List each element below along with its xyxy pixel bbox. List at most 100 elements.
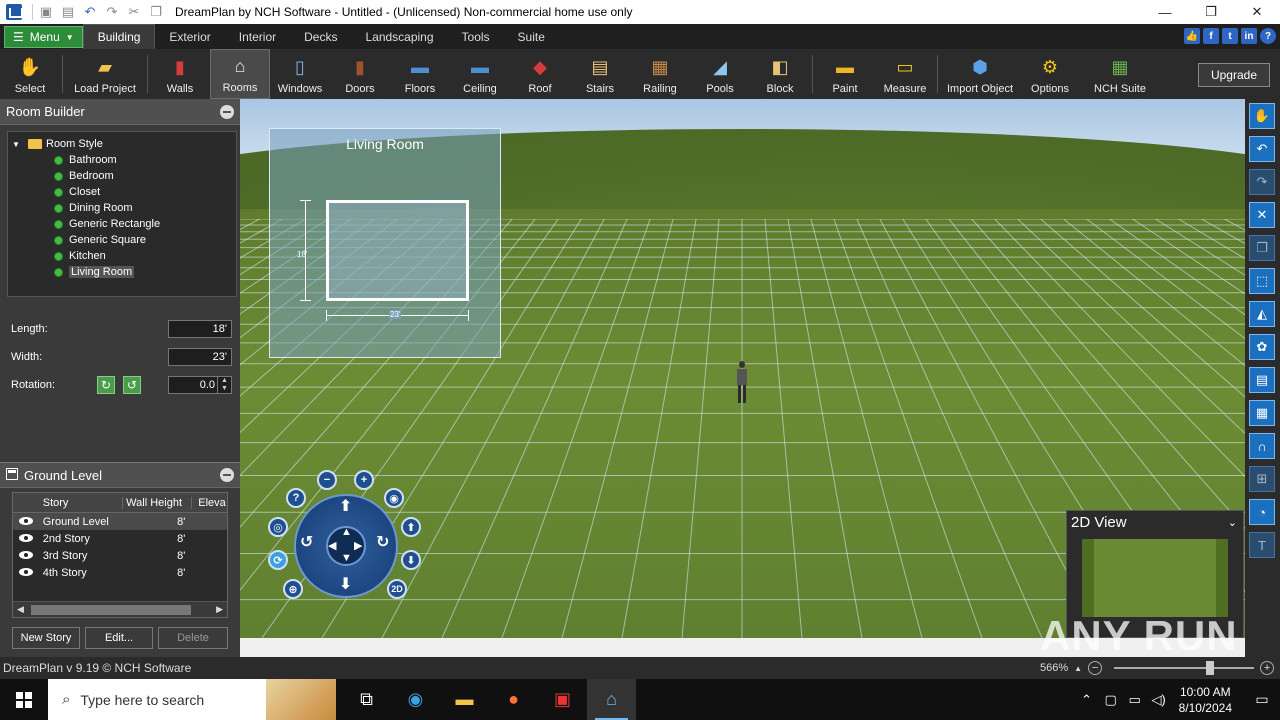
rotate-right-icon[interactable]: ↻ [376, 532, 389, 552]
task-view-icon[interactable]: ⧉ [342, 679, 391, 720]
tool-ceiling[interactable]: ▬ Ceiling [450, 49, 510, 99]
tool-railing[interactable]: ▦ Railing [630, 49, 690, 99]
column-wall-height[interactable]: Wall Height [121, 496, 191, 509]
stepper-arrows-icon[interactable]: ▲ ▼ [217, 377, 231, 393]
room-style-item[interactable]: Generic Square [8, 232, 236, 248]
undo-icon[interactable]: ↶ [1249, 136, 1275, 162]
move-right-icon[interactable]: ▶ [354, 539, 362, 552]
upgrade-button[interactable]: Upgrade [1197, 63, 1270, 87]
zoom-in-button[interactable]: + [354, 470, 374, 490]
visibility-eye-icon[interactable] [18, 567, 33, 576]
column-elevation[interactable]: Eleva [191, 496, 227, 509]
target-icon[interactable]: ⊕ [283, 579, 303, 599]
tool-block[interactable]: ◧ Block [750, 49, 810, 99]
minimize-button[interactable]: — [1142, 0, 1188, 24]
close-button[interactable]: ✕ [1234, 0, 1280, 24]
new-story-button[interactable]: New Story [12, 627, 80, 649]
nch-app-icon[interactable]: ▣ [538, 679, 587, 720]
tab-decks[interactable]: Decks [290, 24, 351, 49]
grid-icon[interactable]: ▦ [1249, 400, 1275, 426]
table-row[interactable]: 2nd Story 8' [13, 530, 227, 547]
pan-hand-icon[interactable]: ✋ [1249, 103, 1275, 129]
lower-icon[interactable]: ⬇ [401, 550, 421, 570]
table-row[interactable]: Ground Level 8' [13, 513, 227, 530]
tree-root[interactable]: ▼ Room Style [8, 136, 236, 152]
camera-icon[interactable]: ◉ [384, 488, 404, 508]
table-row[interactable]: 4th Story 8' [13, 564, 227, 581]
menu-button[interactable]: ☰ Menu ▼ [4, 26, 83, 48]
tab-interior[interactable]: Interior [225, 24, 290, 49]
room-style-item[interactable]: Generic Rectangle [8, 216, 236, 232]
tool-doors[interactable]: ▮ Doors [330, 49, 390, 99]
move-back-icon[interactable]: ▼ [341, 552, 352, 564]
tool-load-project[interactable]: ▰ Load Project [65, 49, 145, 99]
horizontal-scrollbar[interactable]: ◀ ▶ [13, 601, 227, 617]
taskbar-search[interactable]: ⌕ Type here to search [48, 679, 336, 720]
collapse-arrow-icon[interactable]: ▼ [12, 140, 24, 149]
room-style-item-selected[interactable]: Living Room [8, 264, 236, 280]
clock[interactable]: 10:00 AM 8/10/2024 [1179, 684, 1232, 716]
redo-icon[interactable]: ↷ [103, 4, 121, 20]
pan-up-icon[interactable]: ⬆ [339, 496, 352, 516]
column-story[interactable]: Story [39, 497, 122, 509]
zoom-dropdown-icon[interactable]: ▲ [1074, 664, 1082, 673]
redo-icon[interactable]: ↷ [1249, 169, 1275, 195]
room-style-item[interactable]: Kitchen [8, 248, 236, 264]
rotate-cw-button[interactable]: ↻ [97, 376, 115, 394]
pan-down-icon[interactable]: ⬇ [339, 574, 352, 594]
rotate-ccw-button[interactable]: ↺ [123, 376, 141, 394]
zoom-slider[interactable] [1114, 661, 1255, 675]
length-field[interactable]: 18' [168, 320, 232, 338]
tool-walls[interactable]: ▮ Walls [150, 49, 210, 99]
tool-stairs[interactable]: ▤ Stairs [570, 49, 630, 99]
width-field[interactable]: 23' [168, 348, 232, 366]
tool-rooms[interactable]: ⌂ Rooms [210, 49, 270, 99]
delete-story-button[interactable]: Delete [158, 627, 228, 649]
chevron-down-icon[interactable]: ⌄ [1228, 516, 1237, 529]
materials-icon[interactable]: ✿ [1249, 334, 1275, 360]
tool-options[interactable]: ⚙ Options [1020, 49, 1080, 99]
volume-icon[interactable]: ◁) [1147, 692, 1171, 708]
cut-icon[interactable]: ✂ [125, 4, 143, 20]
room-style-item[interactable]: Dining Room [8, 200, 236, 216]
twitter-icon[interactable]: t [1222, 28, 1238, 44]
edit-story-button[interactable]: Edit... [85, 627, 153, 649]
tab-exterior[interactable]: Exterior [155, 24, 224, 49]
tool-floors[interactable]: ▬ Floors [390, 49, 450, 99]
start-button[interactable] [0, 679, 48, 720]
collapse-box-icon[interactable] [6, 467, 18, 480]
layers-icon[interactable]: ▤ [1249, 367, 1275, 393]
toggle-2d-button[interactable]: 2D [387, 579, 407, 599]
tool-windows[interactable]: ▯ Windows [270, 49, 330, 99]
move-forward-icon[interactable]: ▲ [341, 526, 352, 538]
magnet-snap-icon[interactable]: ∩ [1249, 433, 1275, 459]
collapse-icon[interactable] [220, 104, 234, 119]
tool-pools[interactable]: ◢ Pools [690, 49, 750, 99]
orbit-icon[interactable]: ◎ [268, 517, 288, 537]
firefox-icon[interactable]: ● [489, 679, 538, 720]
raise-icon[interactable]: ⬆ [401, 517, 421, 537]
file-explorer-icon[interactable]: ▬ [440, 679, 489, 720]
rotate-left-icon[interactable]: ↺ [300, 532, 313, 552]
tray-device-icon[interactable]: ▢ [1099, 692, 1123, 708]
scroll-thumb[interactable] [31, 605, 191, 615]
move-left-icon[interactable]: ◀ [328, 539, 336, 552]
zoom-out-button[interactable]: − [317, 470, 337, 490]
zoom-slider-thumb[interactable] [1206, 661, 1215, 675]
delete-icon[interactable]: ✕ [1249, 202, 1275, 228]
tab-suite[interactable]: Suite [504, 24, 559, 49]
terrain-icon[interactable]: ◭ [1249, 301, 1275, 327]
notifications-icon[interactable]: ▭ [1244, 679, 1280, 720]
table-row[interactable]: 3rd Story 8' [13, 547, 227, 564]
duplicate-icon[interactable]: ❐ [1249, 235, 1275, 261]
text-icon[interactable]: T [1249, 532, 1275, 558]
tool-roof[interactable]: ◆ Roof [510, 49, 570, 99]
tool-measure[interactable]: ▭ Measure [875, 49, 935, 99]
compass-icon[interactable]: ◔ [1249, 499, 1275, 525]
linkedin-icon[interactable]: in [1241, 28, 1257, 44]
visibility-eye-icon[interactable] [18, 516, 33, 525]
tool-paint[interactable]: ▬ Paint [815, 49, 875, 99]
tray-overflow-icon[interactable]: ⌃ [1075, 692, 1099, 708]
visibility-eye-icon[interactable] [18, 533, 33, 542]
crop-icon[interactable]: ⊞ [1249, 466, 1275, 492]
